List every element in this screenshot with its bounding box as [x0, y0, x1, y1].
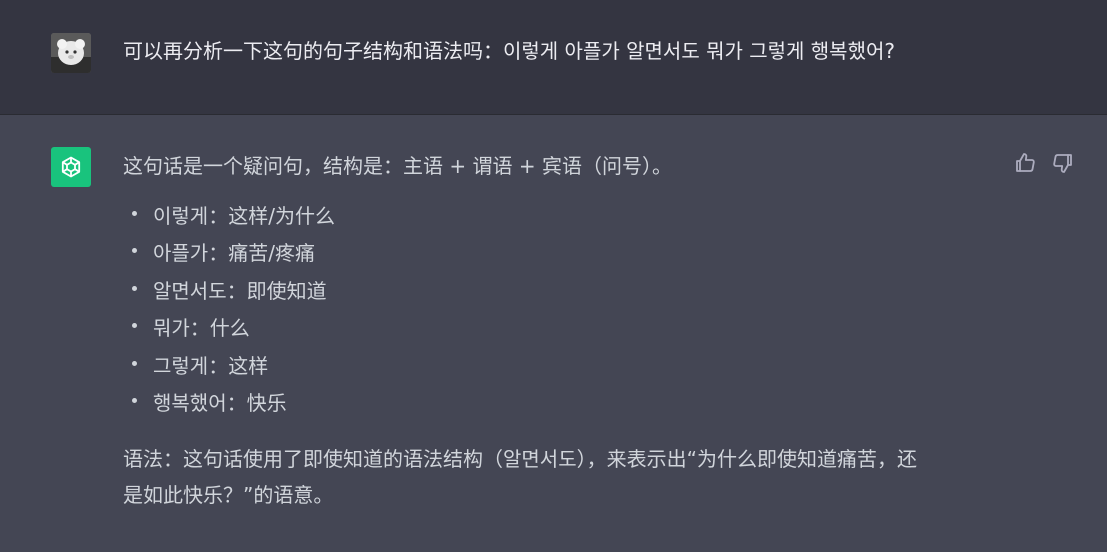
list-item: 아플가：痛苦/疼痛 [123, 235, 1003, 272]
feedback-buttons [1013, 151, 1075, 175]
openai-logo-icon [61, 156, 81, 178]
thumbs-up-icon[interactable] [1013, 151, 1037, 175]
user-avatar-image [51, 33, 91, 73]
thumbs-down-icon[interactable] [1051, 151, 1075, 175]
user-message-text: 可以再分析一下这句的句子结构和语法吗：이렇게 아플가 알면서도 뭐가 그렇게 행… [123, 39, 896, 63]
assistant-message-row: 这句话是一个疑问句，结构是：主语 + 谓语 + 宾语（问号）。 이렇게：这样/为… [0, 115, 1107, 552]
assistant-answer: 这句话是一个疑问句，结构是：主语 + 谓语 + 宾语（问号）。 이렇게：这样/为… [123, 151, 1003, 513]
user-message-row: 可以再分析一下这句的句子结构和语法吗：이렇게 아플가 알면서도 뭐가 그렇게 행… [0, 0, 1107, 115]
grammar-explanation: 语法：这句话使用了即使知道的语法结构（알면서도），来表示出“为什么即使知道痛苦，… [123, 447, 917, 508]
list-item: 알면서도：即使知道 [123, 273, 1003, 310]
list-item: 뭐가：什么 [123, 310, 1003, 347]
list-item: 이렇게：这样/为什么 [123, 198, 1003, 235]
assistant-avatar [51, 147, 91, 187]
list-item: 그렇게：这样 [123, 348, 1003, 385]
user-avatar [51, 33, 91, 73]
answer-intro: 这句话是一个疑问句，结构是：主语 + 谓语 + 宾语（问号）。 [123, 154, 672, 178]
list-item: 행복했어：快乐 [123, 385, 1003, 422]
vocabulary-list: 이렇게：这样/为什么 아플가：痛苦/疼痛 알면서도：即使知道 뭐가：什么 그렇게… [123, 198, 1003, 422]
